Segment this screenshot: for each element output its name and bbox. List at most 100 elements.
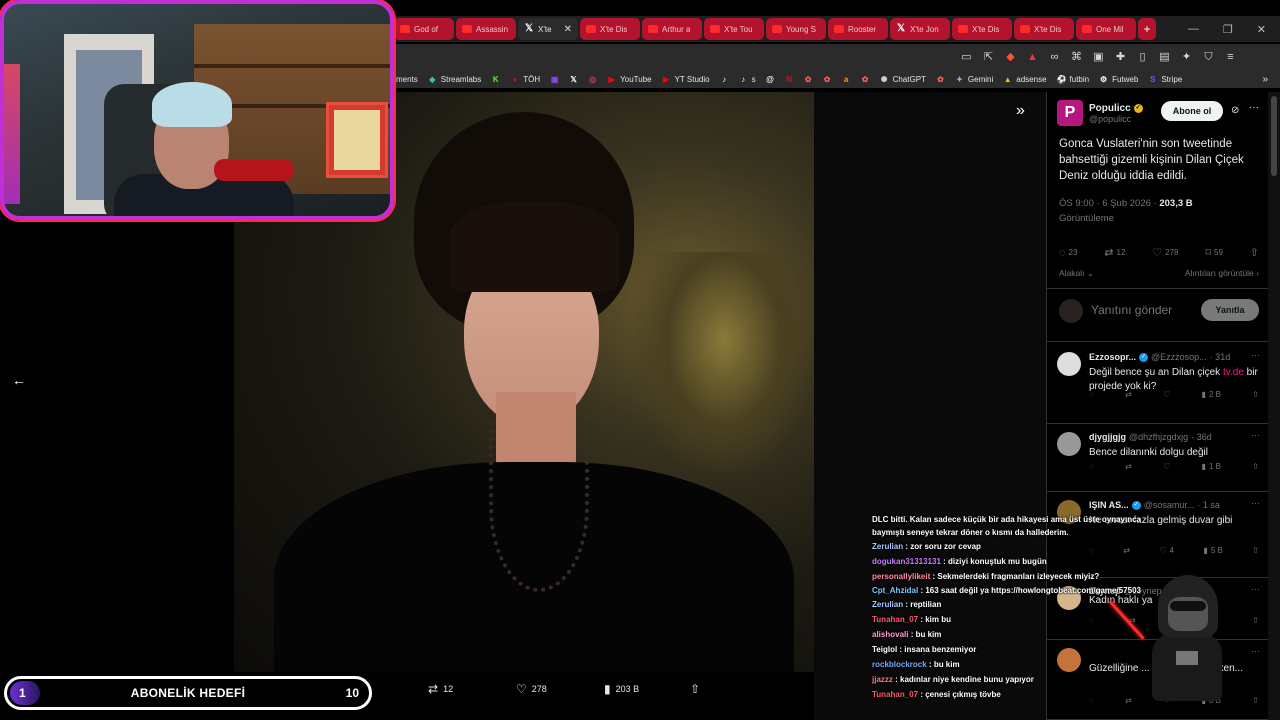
browser-tab[interactable]: Assassin [456,18,516,40]
like-stat-button[interactable]: ♡ 278 [1152,246,1178,259]
media-share-button[interactable]: ⇧ [690,682,700,696]
reply-author-name[interactable]: Ezzosopr... [1089,352,1136,362]
extension-box-icon[interactable]: ▣ [1092,51,1105,64]
reply-more-icon[interactable]: ··· [1251,584,1260,594]
grok-icon[interactable]: ⊘ [1231,105,1239,116]
reply-author-handle[interactable]: @Ezzzosop... [1151,352,1207,362]
alert-icon[interactable]: ▲ [1026,51,1039,64]
bookmark-stat-button[interactable]: ⌑ 59 [1205,246,1223,259]
bookmark-item[interactable]: ✿ [936,75,945,84]
bookmark-item[interactable]: ◗ TÖH [510,75,540,84]
reply-author-handle[interactable]: @dhzfhjzgdxjg [1129,432,1188,442]
close-window-button[interactable]: ✕ [1257,23,1266,36]
browser-tab[interactable]: God of [394,18,454,40]
wallet-icon[interactable]: ▤ [1158,51,1171,64]
vpn-shield-icon[interactable]: ⛉ [1202,51,1215,64]
scrollbar-thumb[interactable] [1271,96,1277,176]
browser-tab[interactable]: Arthur a [642,18,702,40]
bookmark-item[interactable]: ✺ ChatGPT [880,75,926,84]
bookmark-item[interactable]: @ [766,75,775,84]
bookmark-item[interactable]: ✿ [804,75,813,84]
browser-tab[interactable]: Rooster [828,18,888,40]
reply-more-icon[interactable]: ··· [1251,498,1260,508]
browser-tab[interactable]: Young S [766,18,826,40]
reply-author-handle[interactable]: @sosamur... [1144,500,1195,510]
bookmark-item[interactable]: ✿ [861,75,870,84]
extension-puzzle-icon[interactable]: ✚ [1114,51,1127,64]
reply-author-name[interactable]: djygjjgjg [1089,432,1126,442]
reply-share-button[interactable]: ⇧ [1252,462,1259,471]
page-scrollbar[interactable] [1268,92,1280,720]
reply-like-button[interactable]: ♡ [1163,390,1170,399]
reply-retweet-button[interactable]: ⇄ [1125,462,1132,471]
bookmark-item[interactable]: ♪ s [739,75,756,84]
author-name[interactable]: Populicc [1089,103,1131,114]
browser-tab[interactable]: 𝕏 X'te ✕ [518,18,578,40]
bookmark-item[interactable]: ⚙ Futweb [1099,75,1138,84]
bookmark-item[interactable]: ✿ [823,75,832,84]
reply-share-button[interactable]: ⇧ [1252,546,1259,555]
bookmark-item[interactable]: N [785,75,794,84]
browser-tab[interactable]: X'te Dis [952,18,1012,40]
share-stat-button[interactable]: ⇧ [1250,246,1259,259]
bookmark-item[interactable]: ▲ adsense [1003,75,1047,84]
reply-views-button[interactable]: ▮ 1 B [1202,462,1221,471]
reply-link[interactable]: tv.de [1223,367,1244,378]
restore-button[interactable]: ❐ [1223,23,1233,36]
share-icon[interactable]: ⇱ [982,51,995,64]
reply-views-button[interactable]: ▮ 2 B [1202,390,1221,399]
extension-translate-icon[interactable]: ⌘ [1070,51,1083,64]
close-tab-icon[interactable]: ✕ [564,24,572,35]
extension-glasses-icon[interactable]: ∞ [1048,51,1061,64]
reply-share-button[interactable]: ⇧ [1252,390,1259,399]
bookmarks-overflow-icon[interactable]: » [1262,74,1280,85]
media-views-button[interactable]: ▮ 203 B [604,682,639,696]
more-options-icon[interactable]: ··· [1249,102,1259,113]
reply-more-icon[interactable]: ··· [1251,646,1260,656]
reply-avatar[interactable] [1057,432,1081,456]
reply-author-name[interactable]: IŞIN AS... [1089,500,1129,510]
bookmark-item[interactable]: ♪ [720,75,729,84]
reply-views-button[interactable]: ▮ 5 B [1203,546,1222,555]
bookmark-item[interactable]: ◎ [588,75,597,84]
reply-input[interactable]: Yanıtını gönder [1091,303,1172,317]
reply-item[interactable]: Ezzosopr... ✓ @Ezzzosop... · 31d ··· Değil be… [1047,344,1269,424]
sort-relevant-dropdown[interactable]: Alakalı ⌄ [1059,268,1094,279]
bookmark-item[interactable]: ⚽ futbin [1057,75,1090,84]
bookmark-item[interactable]: ▶ YT Studio [662,75,710,84]
browser-tab[interactable]: X'te Tou [704,18,764,40]
reply-like-button[interactable]: ♡ [1163,462,1170,471]
media-retweet-button[interactable]: ⇄ 12 [428,682,453,696]
reply-retweet-button[interactable]: ⇄ [1125,390,1132,399]
retweet-stat-button[interactable]: ⇄ 12 [1104,246,1125,259]
minimize-button[interactable]: — [1188,23,1199,36]
bookmark-item[interactable]: K [491,75,500,84]
browser-tab[interactable]: One Mil [1076,18,1136,40]
browser-tab[interactable]: 𝕏 X'te Jon [890,18,950,40]
reply-submit-button[interactable]: Yanıtla [1201,299,1259,321]
reply-item[interactable]: djygjjgjg @dhzfhjzgdxjg · 36d ··· Bence dila… [1047,424,1269,492]
bookmark-item[interactable]: 𝕏 [569,75,578,84]
reply-reply-button[interactable]: ◌ [1089,390,1094,399]
reply-more-icon[interactable]: ··· [1251,350,1260,360]
bookmark-item[interactable]: ments [396,75,418,84]
reply-more-icon[interactable]: ··· [1251,430,1260,440]
browser-tab[interactable]: X'te Dis [1014,18,1074,40]
bookmark-item[interactable]: S Stripe [1148,75,1182,84]
sidebar-icon[interactable]: ▯ [1136,51,1149,64]
leo-icon[interactable]: ✦ [1180,51,1193,64]
tweet-author[interactable]: P Populicc ✓ @populicc [1057,100,1143,126]
follow-button[interactable]: Abone ol [1161,101,1223,121]
reply-stat-button[interactable]: ◌ 23 [1059,246,1077,259]
bookmark-item[interactable]: ✦ Gemini [955,75,993,84]
reply-share-button[interactable]: ⇧ [1252,616,1259,625]
bookmark-item[interactable]: ▣ [550,75,559,84]
author-avatar[interactable]: P [1057,100,1083,126]
menu-icon[interactable]: ≡ [1224,51,1237,64]
browser-tab[interactable]: X'te Dis [580,18,640,40]
reply-avatar[interactable] [1057,352,1081,376]
author-handle[interactable]: @populicc [1089,114,1143,124]
brave-shield-icon[interactable]: ◆ [1004,51,1017,64]
new-tab-button[interactable]: + [1138,18,1156,40]
reply-share-button[interactable]: ⇧ [1252,696,1259,705]
